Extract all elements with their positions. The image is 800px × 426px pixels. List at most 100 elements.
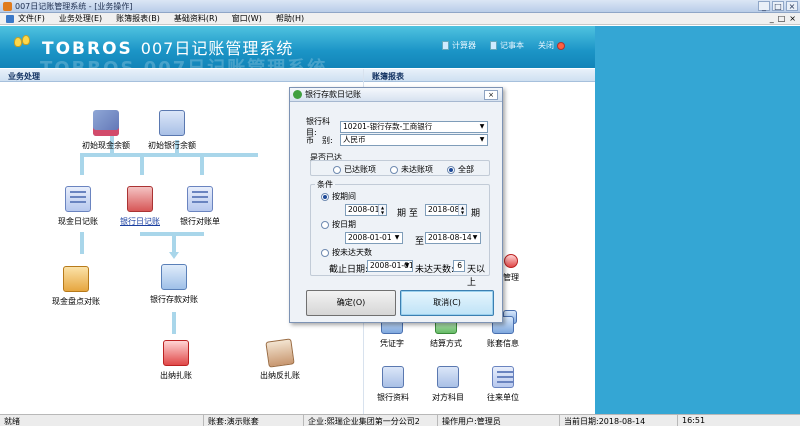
statement-icon [187, 186, 213, 212]
flow-line [80, 153, 84, 175]
radio-dot [333, 165, 341, 174]
dialog-title: 银行存款日记账 [305, 90, 361, 99]
brand-subtitle: 007日记账管理系统 [140, 39, 294, 58]
mdi-minimize-button[interactable]: _ [770, 14, 774, 23]
dialog-app-icon [293, 90, 302, 99]
radio-unreconciled[interactable]: 未达账项 [390, 164, 433, 175]
period-from-spinner[interactable]: 2008-01 ▲ ▼ [345, 204, 387, 216]
lightbulb-logo-icon [14, 35, 36, 55]
background-panel [595, 26, 800, 414]
mdi-close-button[interactable]: × [789, 14, 796, 23]
ok-button[interactable]: 确定(O) [306, 290, 396, 316]
radio-dot-selected [447, 165, 455, 174]
radio-dot [321, 248, 329, 257]
doc-icon[interactable] [6, 14, 14, 23]
chevron-down-icon: ▼ [479, 123, 485, 130]
radio-by-period[interactable]: 按期间 [321, 191, 356, 202]
dialog-title-bar[interactable]: 银行存款日记账 [290, 88, 502, 102]
subject-icon [437, 366, 459, 388]
cancel-button[interactable]: 取消(C) [400, 290, 494, 316]
period-suffix-label: 期 [471, 209, 481, 219]
spinner-icon[interactable]: ▲ ▼ [378, 205, 386, 215]
menu-bar: 文件(F) 业务处理(E) 账簿报表(B) 基础资料(R) 窗口(W) 帮助(H… [0, 13, 800, 25]
status-state: 就绪 [0, 415, 204, 426]
status-user: 操作用户:管理员 [438, 415, 560, 426]
minimize-button[interactable]: _ [758, 1, 770, 11]
mdi-restore-button[interactable]: □ [778, 14, 786, 23]
date-to-picker[interactable]: 2018-08-14 ▼ [425, 232, 481, 244]
init-cash-balance[interactable]: 初始现金余额 [82, 110, 130, 151]
cashier-unclose[interactable]: 出纳反扎账 [260, 338, 300, 381]
radio-dot [321, 220, 329, 229]
bank-icon [382, 366, 404, 388]
window-title-bar[interactable]: 007日记账管理系统 - [业务操作] _ □ × [0, 0, 800, 13]
init-bank-balance[interactable]: 初始银行余额 [148, 110, 196, 151]
close-ledger-icon [163, 340, 189, 366]
cash-journal[interactable]: 现金日记账 [58, 186, 98, 227]
period-to-spinner[interactable]: 2018-08 ▲ ▼ [425, 204, 467, 216]
brand-name: TOBROS [42, 39, 133, 59]
dialog-close-button[interactable]: × [484, 90, 498, 100]
period-mid-label: 期 至 [397, 209, 418, 219]
ledger-icon [65, 186, 91, 212]
chevron-down-icon: ▼ [404, 262, 410, 269]
bank-card-icon [159, 110, 185, 136]
contact-unit[interactable]: 往来单位 [487, 366, 519, 403]
flow-line [200, 153, 204, 175]
status-time: 16:51 [682, 416, 706, 425]
menu-reports[interactable]: 账簿报表(B) [116, 13, 160, 24]
cash-count-check[interactable]: 现金盘点对账 [52, 266, 100, 307]
cashier-close[interactable]: 出纳扎账 [160, 340, 192, 381]
close-link[interactable]: 关闭 [538, 40, 565, 51]
conditions-group-title: 条件 [315, 179, 335, 190]
currency-select[interactable]: 人民币 ▼ [340, 134, 488, 146]
status-company: 企业:熙瑞企业集团第一分公司2 [304, 415, 438, 426]
menu-base-data[interactable]: 基础资料(R) [174, 13, 218, 24]
date-from-picker[interactable]: 2008-01-01 ▼ [345, 232, 403, 244]
flow-line [140, 153, 144, 175]
menu-file[interactable]: 文件(F) [18, 13, 45, 24]
pencil-icon [265, 338, 295, 368]
management-icon [504, 254, 518, 268]
radio-by-unreached-days[interactable]: 按未达天数 [321, 247, 372, 258]
chevron-down-icon: ▼ [479, 136, 485, 143]
flow-arrow [169, 252, 179, 259]
menu-help[interactable]: 帮助(H) [276, 13, 304, 24]
books-icon [93, 110, 119, 136]
chevron-down-icon: ▼ [472, 234, 478, 241]
currency-label: 币 别: [306, 135, 333, 145]
notepad-link[interactable]: 记事本 [490, 40, 524, 51]
counter-subject[interactable]: 对方科目 [432, 366, 464, 403]
journal-icon [127, 186, 153, 212]
radio-all[interactable]: 全部 [447, 164, 474, 175]
cutoff-date-picker[interactable]: 2008-01-01 ▼ [367, 260, 413, 272]
calculator-link[interactable]: 计算器 [442, 40, 476, 51]
radio-dot [390, 165, 398, 174]
bank-journal[interactable]: 银行日记账 [120, 186, 160, 227]
contacts-icon [492, 366, 514, 388]
bank-deposit-reconcile[interactable]: 银行存款对账 [150, 264, 198, 305]
bank-journal-dialog: 银行存款日记账 × 银行科目: 10201-银行存款-工商银行 ▼ 币 别: 人民… [289, 87, 503, 323]
close-button[interactable]: × [786, 1, 798, 11]
bank-info[interactable]: 银行资料 [377, 366, 409, 403]
menu-business[interactable]: 业务处理(E) [59, 13, 102, 24]
spinner-icon[interactable]: ▲ ▼ [458, 205, 466, 215]
maximize-button[interactable]: □ [772, 1, 784, 11]
menu-window[interactable]: 窗口(W) [232, 13, 262, 24]
status-date: 当前日期:2018-08-14 [560, 415, 678, 426]
unreached-suffix-label: 天以上 [467, 265, 486, 288]
bank-subject-select[interactable]: 10201-银行存款-工商银行 ▼ [340, 121, 488, 133]
app-icon [3, 1, 12, 11]
magnifier-icon [161, 264, 187, 290]
flow-line [80, 153, 258, 157]
radio-by-date[interactable]: 按日期 [321, 219, 356, 230]
reconciled-group: 已达账项 未达账项 全部 [310, 160, 490, 176]
unreached-days-input[interactable]: 6 [453, 260, 465, 272]
brand-title: TOBROS 007日记账管理系统 [42, 35, 293, 59]
bar-chart-icon [63, 266, 89, 292]
bank-statement[interactable]: 银行对账单 [180, 186, 220, 227]
notepad-icon [490, 41, 497, 50]
section-reports: 账簿报表 [364, 69, 595, 82]
radio-reconciled[interactable]: 已达账项 [333, 164, 376, 175]
base-management[interactable]: 管理 [503, 254, 519, 283]
